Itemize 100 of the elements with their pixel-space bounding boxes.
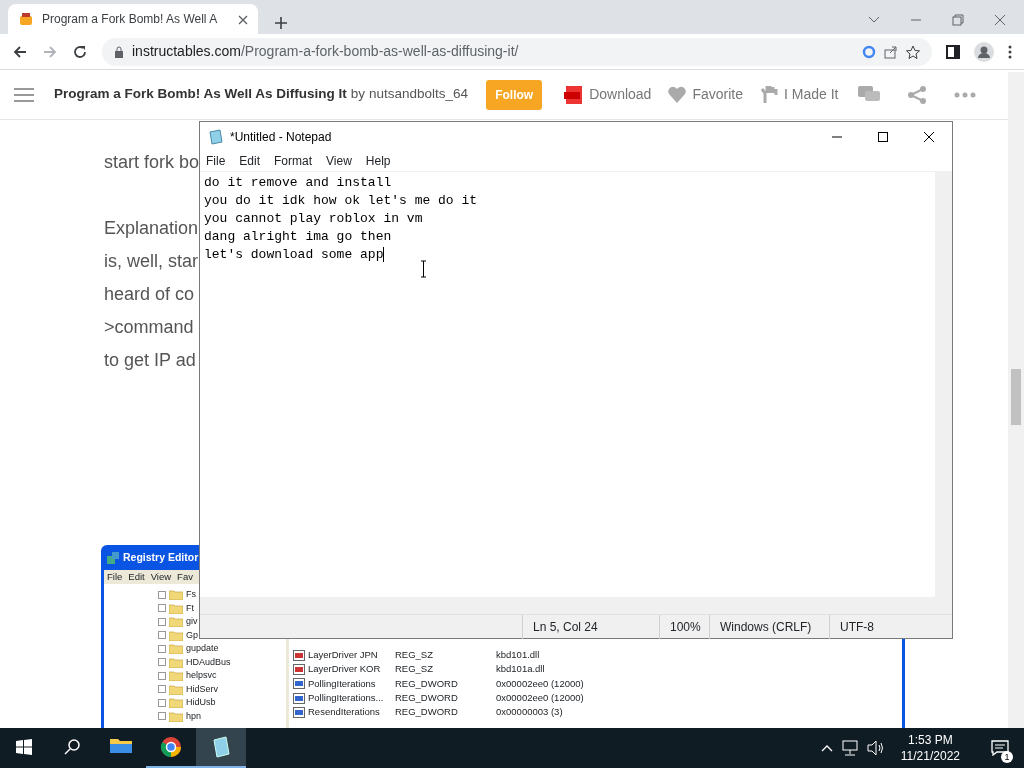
address-bar[interactable]: instructables.com/Program-a-fork-bomb-as-well-as-diffusing-it/ [102,37,932,66]
maximize-icon [877,130,889,143]
window-title: Registry Editor [123,549,199,565]
folder-icon [169,643,183,655]
menu-item[interactable]: View [150,570,172,584]
notification-button[interactable]: 1 [976,728,1024,768]
heart-icon [667,84,688,105]
binary-value-icon [293,678,305,690]
tree-item[interactable]: Ft [186,601,194,615]
side-panel-icon[interactable] [946,44,960,59]
notification-badge: 1 [1001,751,1013,763]
menu-item[interactable]: Format [274,152,313,170]
menu-item[interactable]: Edit [128,570,145,584]
registry-icon [106,550,120,565]
share-icon[interactable] [908,85,927,104]
window-title: *Untitled - Notepad [230,128,332,146]
chrome-icon [160,736,182,758]
folder-icon [169,629,183,641]
menu-item[interactable]: File [206,152,226,170]
google-icon[interactable] [862,44,876,59]
tree-item[interactable]: Fs [186,588,196,602]
tree-item[interactable]: gupdate [186,642,219,656]
status-text: Ln 5, Col 24 [522,614,659,639]
volume-icon[interactable] [866,740,885,756]
search-icon [64,739,80,755]
value-data: kbd101.dll [496,648,540,662]
menu-item[interactable]: View [326,152,352,170]
pdf-icon [564,84,585,105]
value-type: REG_DWORD [395,690,459,705]
menu-item[interactable]: File [107,570,123,584]
chevron-down-icon[interactable] [868,16,880,24]
menu-item[interactable]: Fav [177,570,193,584]
tab-title: Program a Fork Bomb! As Well A [42,11,219,28]
forward-icon[interactable] [42,43,58,60]
binary-value-icon [293,692,305,704]
menu-item[interactable]: Edit [239,152,261,170]
article-text: >command [104,316,195,339]
network-icon[interactable] [840,740,859,756]
status-text: Windows (CRLF) [709,614,829,639]
value-name[interactable]: PollingIterations [308,676,395,691]
value-name[interactable]: PollingIterations... [308,690,395,706]
back-icon[interactable] [12,43,28,60]
clock[interactable]: 1:53 PM 11/21/2022 [900,732,960,764]
text-area[interactable]: do it remove and install you do it idk how ok let's me do it you cannot play roblox in vm dang alright ima go then let's download some app [200,172,935,597]
browser-tab[interactable]: Program a Fork Bomb! As Well A [8,4,258,34]
article-text: Explanation [104,217,200,240]
close-icon [923,130,935,143]
article-text: heard of co [104,283,196,306]
value-data: 0x00002ee0 (12000) [496,690,584,705]
profile-icon[interactable] [974,41,994,62]
value-data: kbd101a.dll [496,662,545,677]
value-name[interactable]: ResendIterations [308,705,395,720]
folder-icon [169,602,183,614]
scrollbar[interactable] [935,172,952,597]
star-icon[interactable] [906,44,920,59]
share-icon[interactable] [884,44,898,59]
status-text: UTF-8 [829,614,942,639]
value-data: 0x00000003 (3) [496,705,563,720]
tree-item[interactable]: HDAudBus [186,655,231,669]
article-text: start fork bo [104,151,200,174]
value-name[interactable]: LayerDriver JPN [308,648,395,663]
scrollbar[interactable] [1008,72,1024,728]
binary-value-icon [293,706,305,718]
made-button[interactable]: I Made It [755,84,843,105]
favorite-button[interactable]: Favorite [663,84,747,105]
value-type: REG_SZ [395,648,434,662]
windows-icon [16,739,32,755]
tree-item[interactable]: Gp [186,628,198,642]
tree-item[interactable]: HidUsb [186,696,216,710]
menu-item[interactable]: Help [365,152,391,170]
scrollbar[interactable] [200,597,952,614]
download-button[interactable]: Download [560,84,656,105]
tree-item[interactable]: giv [186,615,198,629]
close-icon[interactable] [994,14,1006,26]
article-text: to get IP ad [104,349,197,372]
more-icon[interactable] [954,91,977,98]
new-tab-icon[interactable] [274,14,288,30]
taskbar-app[interactable] [196,728,246,768]
folder-icon [169,670,183,682]
reload-icon[interactable] [72,43,88,60]
tree-item[interactable]: hpn [186,709,202,723]
value-type: REG_DWORD [395,705,459,720]
tree-item[interactable]: HidServ [186,682,218,696]
notepad-icon [208,128,224,145]
tree-item[interactable]: helpsvc [186,669,217,683]
byline: by [350,85,366,104]
restore-icon[interactable] [952,14,964,26]
value-name[interactable]: LayerDriver KOR [308,662,395,677]
status-text: 100% [659,614,709,639]
folder-icon [169,656,183,668]
chat-icon[interactable] [858,85,881,104]
menu-icon[interactable] [1008,44,1012,59]
chevron-up-icon[interactable] [820,744,833,752]
string-value-icon [293,649,305,661]
folder-icon [169,710,183,722]
folder-icon [169,697,183,709]
author-link[interactable]: nutsandbolts_64 [369,84,469,105]
value-data: 0x00002ee0 (12000) [496,676,584,691]
article-title: Program a Fork Bomb! As Well As Diffusing It [54,85,347,104]
url-text: instructables.com/Program-a-fork-bomb-as-well-as-diffusing-it/ [132,42,519,61]
